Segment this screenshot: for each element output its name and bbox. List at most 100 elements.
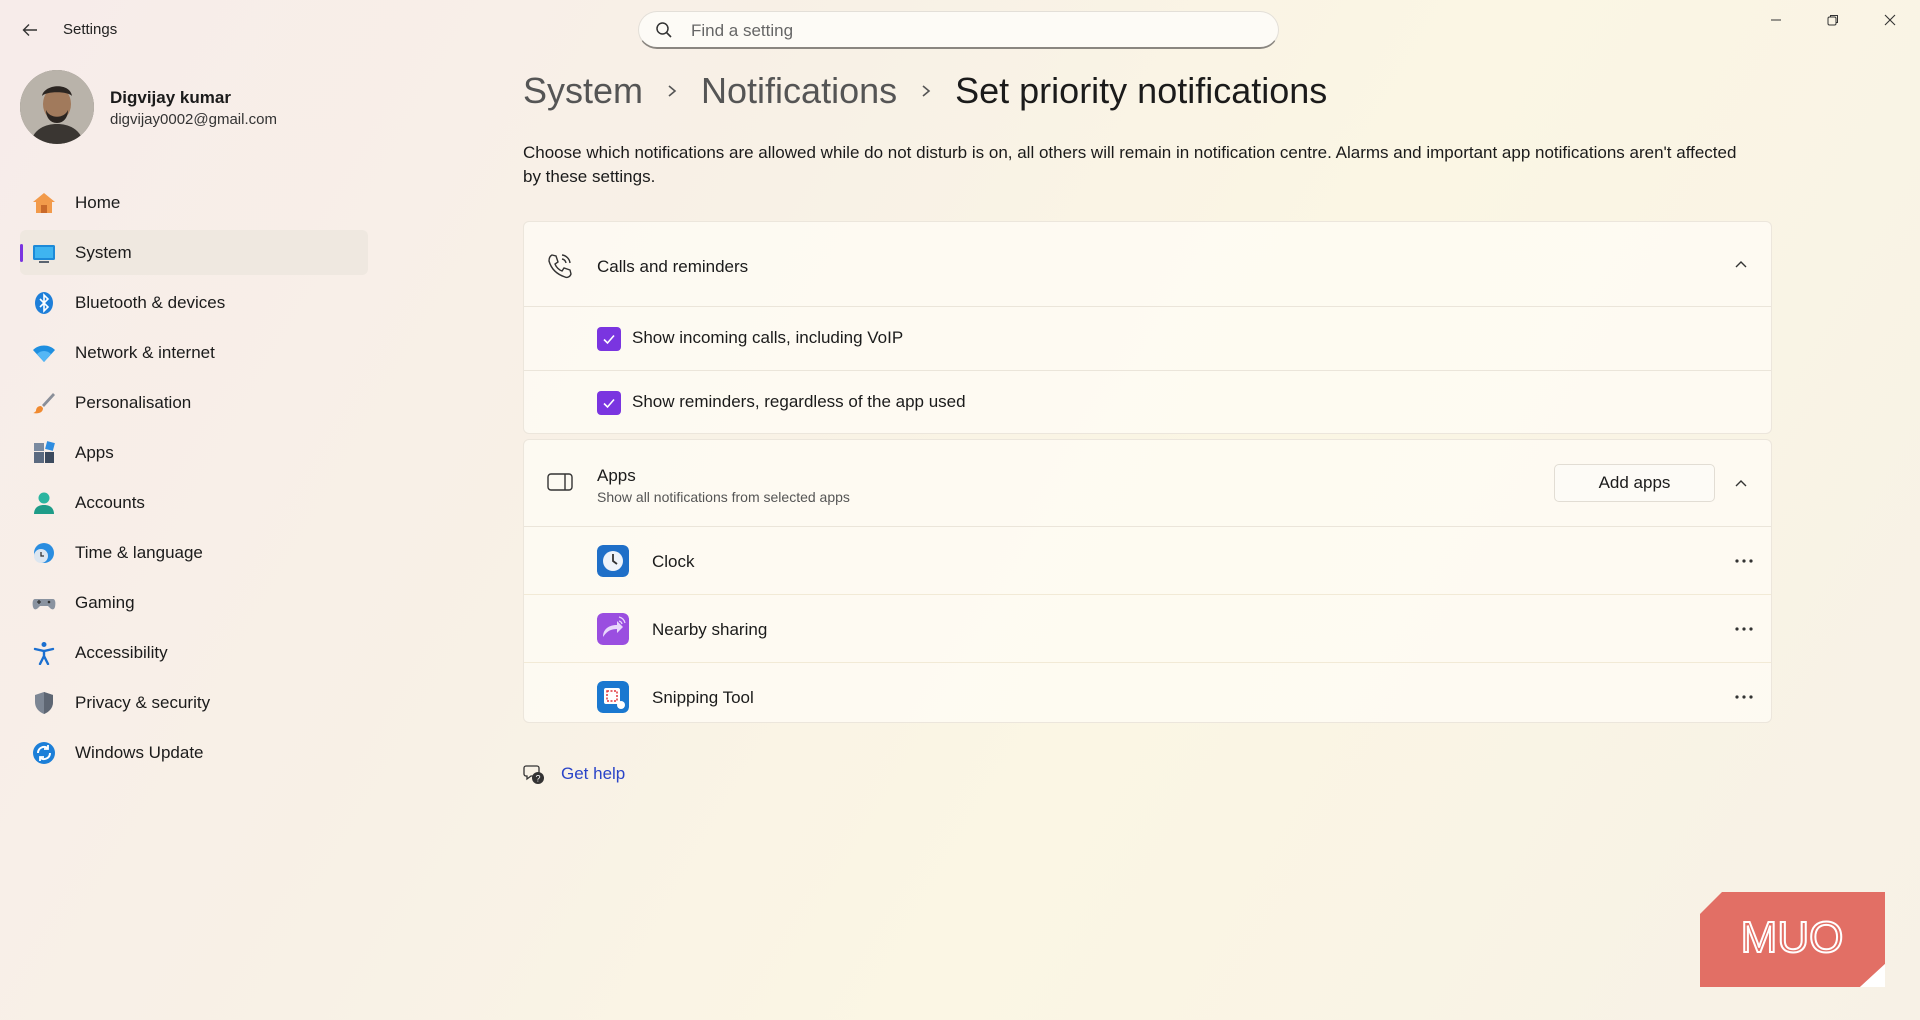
sidebar-nav: Home System Bluetooth & devices Network … <box>20 180 368 780</box>
bluetooth-icon <box>35 292 53 314</box>
muo-watermark: MUO <box>1700 892 1885 987</box>
page-description: Choose which notifications are allowed w… <box>523 143 1737 186</box>
brush-icon <box>33 393 55 414</box>
sidebar-item-privacy[interactable]: Privacy & security <box>20 680 368 725</box>
sidebar-item-windows-update[interactable]: Windows Update <box>20 730 368 775</box>
sidebar-item-system[interactable]: System <box>20 230 368 275</box>
breadcrumb: System Notifications Set priority notifi… <box>523 70 1327 112</box>
profile-name: Digvijay kumar <box>110 88 231 107</box>
avatar[interactable] <box>20 70 94 144</box>
restore-icon <box>1827 15 1838 26</box>
sidebar-item-label: Network & internet <box>75 342 215 362</box>
more-options-button[interactable] <box>1729 682 1759 712</box>
restore-button[interactable] <box>1810 6 1856 34</box>
minimize-icon <box>1771 19 1781 21</box>
list-item: Clock <box>524 528 1771 594</box>
back-arrow-icon <box>22 24 37 36</box>
sidebar-item-label: Personalisation <box>75 392 192 412</box>
apps-header[interactable]: Apps Show all notifications from selecte… <box>524 440 1771 526</box>
calls-reminders-header[interactable]: Calls and reminders <box>524 222 1771 306</box>
minimize-button[interactable] <box>1753 6 1799 34</box>
chevron-up-icon <box>1735 480 1747 487</box>
sidebar-item-accessibility[interactable]: Accessibility <box>20 630 368 675</box>
shield-icon <box>35 692 53 714</box>
sidebar-item-accounts[interactable]: Accounts <box>20 480 368 525</box>
profile-email: digvijay0002@gmail.com <box>110 111 277 128</box>
sidebar-item-label: Time & language <box>75 542 203 562</box>
phone-ringing-icon <box>548 254 572 279</box>
sidebar-item-network[interactable]: Network & internet <box>20 330 368 375</box>
accessibility-icon <box>33 642 55 665</box>
apps-title: Apps <box>597 466 636 485</box>
add-apps-button[interactable]: Add apps <box>1554 464 1715 502</box>
home-icon <box>33 193 55 213</box>
sidebar-item-gaming[interactable]: Gaming <box>20 580 368 625</box>
sidebar-item-label: Home <box>75 192 121 212</box>
sidebar-item-time-language[interactable]: Time & language <box>20 530 368 575</box>
more-icon <box>1735 559 1753 563</box>
muo-logo: MUO <box>1700 892 1885 987</box>
app-name: Nearby sharing <box>652 620 768 639</box>
reminders-checkbox[interactable] <box>597 391 621 415</box>
apps-section: Apps Show all notifications from selecte… <box>523 439 1772 723</box>
sidebar-item-home[interactable]: Home <box>20 180 368 225</box>
search-input[interactable] <box>689 18 1253 44</box>
app-name: Snipping Tool <box>652 688 754 707</box>
chevron-up-icon <box>1735 261 1747 268</box>
divider <box>524 306 1771 307</box>
sidebar-item-label: Windows Update <box>75 742 204 762</box>
close-icon <box>1884 14 1896 26</box>
chevron-right-icon <box>919 84 933 98</box>
back-button[interactable] <box>18 18 42 42</box>
search-box[interactable] <box>638 11 1279 49</box>
reminders-label: Show reminders, regardless of the app us… <box>632 392 966 411</box>
sidebar-item-label: System <box>75 242 132 262</box>
sidebar-item-personalisation[interactable]: Personalisation <box>20 380 368 425</box>
checkmark-icon <box>603 398 615 409</box>
gamepad-icon <box>32 599 56 610</box>
incoming-calls-option: Show incoming calls, including VoIP <box>524 308 1771 370</box>
svg-text:?: ? <box>535 774 540 784</box>
incoming-calls-label: Show incoming calls, including VoIP <box>632 328 904 347</box>
clock-globe-icon <box>34 543 54 563</box>
apps-icon <box>34 441 55 463</box>
app-window-icon <box>547 473 573 491</box>
search-icon <box>656 22 672 38</box>
sidebar-item-bluetooth[interactable]: Bluetooth & devices <box>20 280 368 325</box>
title-bar: Settings <box>0 0 1920 60</box>
list-item: Snipping Tool <box>524 664 1771 730</box>
close-button[interactable] <box>1867 6 1913 34</box>
more-options-button[interactable] <box>1729 546 1759 576</box>
checkmark-icon <box>603 334 615 345</box>
page-title: Set priority notifications <box>955 70 1328 111</box>
system-icon <box>33 245 55 263</box>
get-help-label: Get help <box>561 764 626 783</box>
wifi-icon <box>33 345 55 362</box>
get-help-link[interactable]: ? Get help <box>523 763 625 785</box>
divider <box>524 662 1771 663</box>
sidebar-item-label: Gaming <box>75 592 135 612</box>
incoming-calls-checkbox[interactable] <box>597 327 621 351</box>
more-icon <box>1735 627 1753 631</box>
collapse-button[interactable] <box>1725 467 1757 499</box>
update-icon <box>33 742 55 764</box>
sidebar-item-label: Apps <box>75 442 114 462</box>
app-title: Settings <box>63 21 118 38</box>
sidebar-item-apps[interactable]: Apps <box>20 430 368 475</box>
reminders-option: Show reminders, regardless of the app us… <box>524 372 1771 434</box>
list-item: Nearby sharing <box>524 596 1771 662</box>
collapse-button[interactable] <box>1725 248 1757 280</box>
breadcrumb-notifications[interactable]: Notifications <box>701 70 897 112</box>
breadcrumb-system[interactable]: System <box>523 70 643 112</box>
sidebar-item-label: Privacy & security <box>75 692 211 712</box>
nearby-sharing-icon <box>597 613 629 645</box>
sidebar-item-label: Accessibility <box>75 642 168 662</box>
sidebar-item-label: Bluetooth & devices <box>75 292 226 312</box>
app-name: Clock <box>652 552 695 571</box>
divider <box>524 594 1771 595</box>
account-icon <box>34 492 54 514</box>
sidebar-item-label: Accounts <box>75 492 145 512</box>
more-icon <box>1735 695 1753 699</box>
more-options-button[interactable] <box>1729 614 1759 644</box>
clock-app-icon <box>597 545 629 577</box>
